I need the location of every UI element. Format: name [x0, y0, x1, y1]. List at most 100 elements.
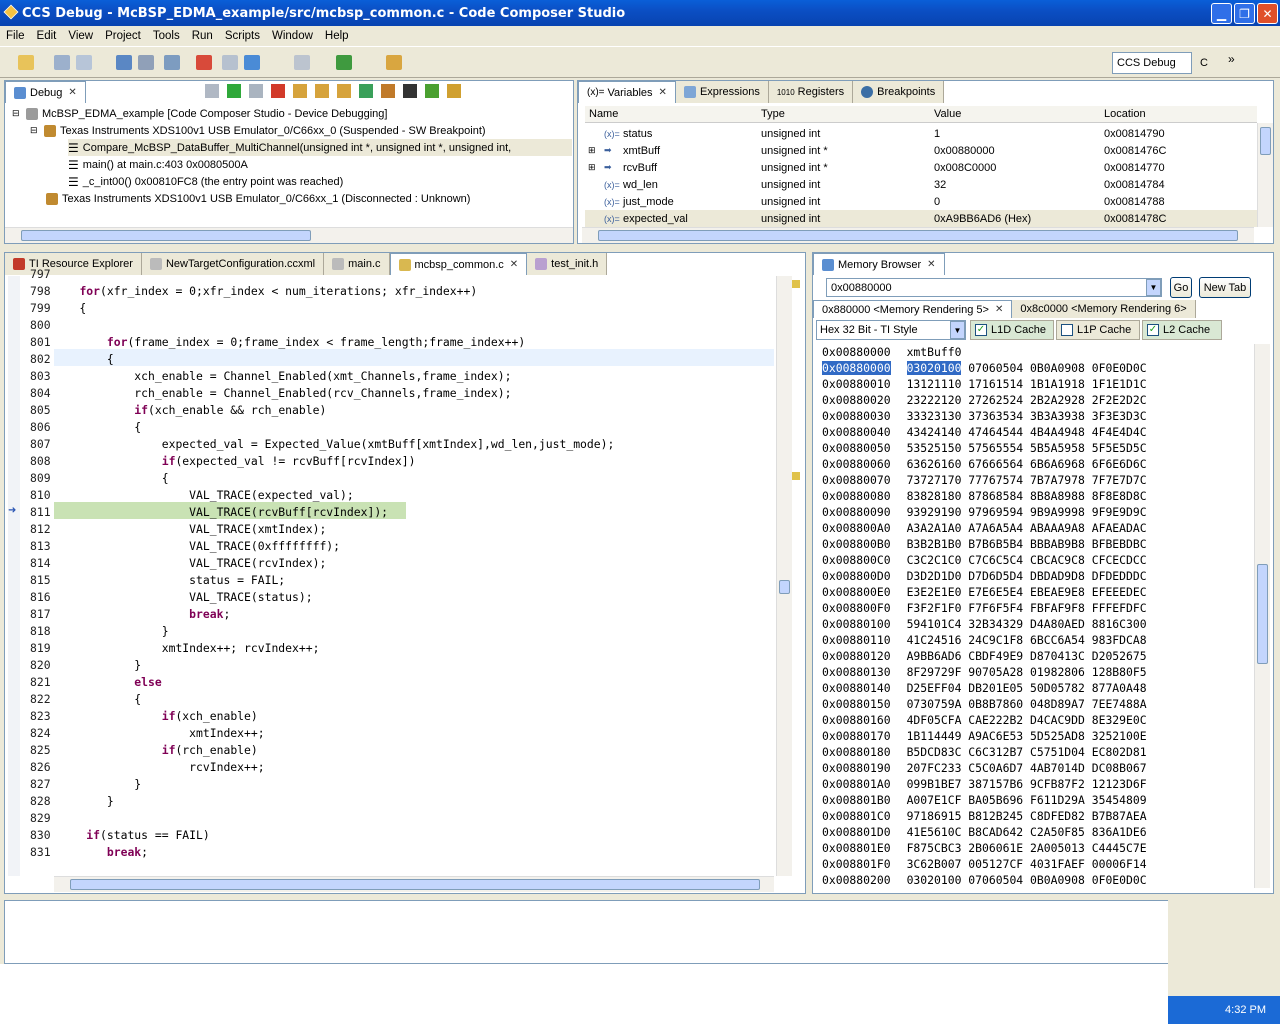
code-line[interactable]: 797: [8, 265, 774, 282]
menu-file[interactable]: File: [0, 30, 31, 42]
code-line[interactable]: 824 xmtIndex++;: [8, 724, 774, 741]
memory-row[interactable]: 0x00880170 1B114449 A9AC6E53 5D525AD8 325…: [822, 728, 1147, 744]
menu-window[interactable]: Window: [266, 30, 319, 42]
memory-row[interactable]: 0x00880030 33323130 37363534 3B3A3938 3F3…: [822, 408, 1147, 424]
memory-words[interactable]: F3F2F1F0 F7F6F5F4 FBFAF9F8 FFFEFDFC: [907, 601, 1147, 615]
memory-row[interactable]: 0x00880000 03020100 07060504 0B0A0908 0F0…: [822, 360, 1147, 376]
code-line[interactable]: 817 break;: [8, 605, 774, 622]
code-line[interactable]: 827 }: [8, 775, 774, 792]
memory-words[interactable]: 13121110 17161514 1B1A1918 1F1E1D1C: [907, 377, 1147, 391]
code-line[interactable]: 813 VAL_TRACE(0xffffffff);: [8, 537, 774, 554]
code-line[interactable]: 807 expected_val = Expected_Value(xmtBuf…: [8, 435, 774, 452]
scroll-thumb[interactable]: [598, 230, 1238, 241]
variable-row[interactable]: ⊞ ➡ xmtBuff unsigned int * 0x00880000 0x00814…: [585, 142, 1257, 159]
col-name[interactable]: Name: [589, 108, 618, 120]
code-line[interactable]: 816 VAL_TRACE(status);: [8, 588, 774, 605]
memory-row[interactable]: 0x00880190 207FC233 C5C0A6D7 4AB7014D DC0…: [822, 760, 1147, 776]
memory-row[interactable]: 0x00880110 41C24516 24C9C1F8 6BCC6A54 983…: [822, 632, 1147, 648]
memory-row[interactable]: 0x00880180 B5DCD83C C6C312B7 C5751D04 EC8…: [822, 744, 1147, 760]
memory-words[interactable]: A3A2A1A0 A7A6A5A4 ABAAA9A8 AFAEADAC: [907, 521, 1147, 535]
tree-item-frame-cint00[interactable]: ☰ _c_int00() 0x00810FC8 (the entry point …: [68, 173, 343, 190]
scroll-thumb[interactable]: [21, 230, 311, 241]
step-into-icon[interactable]: [293, 84, 307, 98]
memory-words[interactable]: A9BB6AD6 CBDF49E9 D870413C D2052675: [907, 649, 1147, 663]
memory-row[interactable]: 0x00880020 23222120 27262524 2B2A2928 2F2…: [822, 392, 1147, 408]
go-button[interactable]: Go: [1170, 277, 1192, 298]
code-line[interactable]: 814 VAL_TRACE(rcvIndex);: [8, 554, 774, 571]
code-line[interactable]: 826 rcvIndex++;: [8, 758, 774, 775]
overview-marker[interactable]: [792, 472, 800, 480]
tab-rendering-6[interactable]: 0x8c0000 <Memory Rendering 6>: [1012, 300, 1196, 318]
code-line[interactable]: 822 {: [8, 690, 774, 707]
code-line[interactable]: 802 {: [8, 350, 774, 367]
code-line[interactable]: 821 else: [8, 673, 774, 690]
minimize-button[interactable]: ▁: [1211, 3, 1232, 24]
col-type[interactable]: Type: [761, 108, 785, 120]
terminate-icon[interactable]: [271, 84, 285, 98]
tree-item-frame-main[interactable]: ☰ main() at main.c:403 0x0080500A: [68, 156, 248, 173]
memory-row[interactable]: 0x00880100 594101C4 32B34329 D4A80AED 881…: [822, 616, 1147, 632]
clear-icon[interactable]: [222, 55, 238, 70]
col-location[interactable]: Location: [1104, 108, 1146, 120]
memory-words[interactable]: 23222120 27262524 2B2A2928 2F2E2D2C: [907, 393, 1147, 407]
external-tools-icon[interactable]: [386, 55, 402, 70]
editor-hscroll[interactable]: [54, 876, 774, 892]
more-perspectives-icon[interactable]: »: [1228, 52, 1235, 66]
variable-row[interactable]: (x)= wd_len unsigned int 32 0x00814784: [585, 176, 1257, 193]
tab-expressions[interactable]: Expressions: [675, 81, 769, 103]
menu-edit[interactable]: Edit: [31, 30, 63, 42]
memory-words[interactable]: C3C2C1C0 C7C6C5C4 CBCAC9C8 CFCECDCC: [907, 553, 1147, 567]
memory-row[interactable]: 0x008800C0 C3C2C1C0 C7C6C5C4 CBCAC9C8 CFC…: [822, 552, 1147, 568]
save-icon[interactable]: [54, 55, 70, 70]
menu-run[interactable]: Run: [186, 30, 219, 42]
var-value[interactable]: 0xA9BB6AD6 (Hex): [934, 213, 1031, 225]
format-select[interactable]: Hex 32 Bit - TI Style: [816, 320, 966, 340]
memory-row[interactable]: 0x008801B0 A007E1CF BA05B696 F611D29A 354…: [822, 792, 1147, 808]
memory-words[interactable]: 97186915 B812B245 C8DFED82 B7B87AEA: [907, 809, 1147, 823]
code-line[interactable]: 830 if(status == FAIL): [8, 826, 774, 843]
breakpoint-icon[interactable]: [196, 55, 212, 70]
code-line[interactable]: 798 for(xfr_index = 0;xfr_index < num_it…: [8, 282, 774, 299]
scroll-thumb[interactable]: [1260, 127, 1271, 155]
remove-terminated-icon[interactable]: [205, 84, 219, 98]
var-value[interactable]: 0x008C0000: [934, 162, 996, 174]
memory-words[interactable]: 33323130 37363534 3B3A3938 3F3E3D3C: [907, 409, 1147, 423]
menu-scripts[interactable]: Scripts: [219, 30, 266, 42]
code-line[interactable]: 808 if(expected_val != rcvBuff[rcvIndex]…: [8, 452, 774, 469]
new-tab-button[interactable]: New Tab: [1199, 277, 1251, 298]
step-return-icon[interactable]: [337, 84, 351, 98]
memory-row[interactable]: 0x00880140 D25EFF04 DB201E05 50D05782 877…: [822, 680, 1147, 696]
code-line[interactable]: 799 {: [8, 299, 774, 316]
l2-cache-checkbox[interactable]: ✓ L2 Cache: [1142, 320, 1222, 340]
tab-memory-browser[interactable]: Memory Browser ✕: [813, 253, 945, 275]
debug-icon[interactable]: [244, 55, 260, 70]
variable-row[interactable]: (x)= status unsigned int 1 0x00814790: [585, 125, 1257, 142]
memory-row[interactable]: 0x008801D0 41E5610C B8CAD642 C2A50F85 836…: [822, 824, 1147, 840]
memory-words[interactable]: 3C62B007 005127CF 4031FAEF 00006F14: [907, 857, 1147, 871]
var-value[interactable]: 0: [934, 196, 940, 208]
memory-row[interactable]: 0x00880130 8F29729F 90705A28 01982806 128…: [822, 664, 1147, 680]
variable-row[interactable]: ⊞ ➡ rcvBuff unsigned int * 0x008C0000 0x00814…: [585, 159, 1257, 176]
overview-marker[interactable]: [792, 280, 800, 288]
memory-words[interactable]: 03020100 07060504 0B0A0908 0F0E0D0C: [907, 873, 1147, 887]
memory-words[interactable]: 83828180 87868584 8B8A8988 8F8E8D8C: [907, 489, 1147, 503]
memory-row[interactable]: 0x00880120 A9BB6AD6 CBDF49E9 D870413C D20…: [822, 648, 1147, 664]
memory-words[interactable]: 73727170 77767574 7B7A7978 7F7E7D7C: [907, 473, 1147, 487]
format-dropdown-icon[interactable]: ▼: [950, 321, 965, 339]
link-icon[interactable]: [447, 84, 461, 98]
resume-icon[interactable]: [227, 84, 241, 98]
reset-icon[interactable]: [381, 84, 395, 98]
memory-words[interactable]: B3B2B1B0 B7B6B5B4 BBBAB9B8 BFBEBDBC: [907, 537, 1147, 551]
memory-words[interactable]: 41E5610C B8CAD642 C2A50F85 836A1DE6: [907, 825, 1147, 839]
code-line[interactable]: 811 VAL_TRACE(rcvBuff[rcvIndex]);: [8, 503, 774, 520]
code-line[interactable]: 804 rch_enable = Channel_Enabled(rcv_Cha…: [8, 384, 774, 401]
address-input[interactable]: 0x00880000: [826, 278, 1162, 297]
memory-row[interactable]: 0x008800A0 A3A2A1A0 A7A6A5A4 ABAAA9A8 AFA…: [822, 520, 1147, 536]
expand-icon[interactable]: ⊞: [588, 145, 596, 156]
var-value[interactable]: 1: [934, 128, 940, 140]
memory-words[interactable]: D3D2D1D0 D7D6D5D4 DBDAD9D8 DFDEDDDC: [907, 569, 1147, 583]
col-value[interactable]: Value: [934, 108, 961, 120]
save-all-icon[interactable]: [76, 55, 92, 70]
memory-vscroll[interactable]: [1254, 344, 1270, 888]
tree-item-core0[interactable]: ⊟ Texas Instruments XDS100v1 USB Emulator…: [30, 122, 486, 139]
